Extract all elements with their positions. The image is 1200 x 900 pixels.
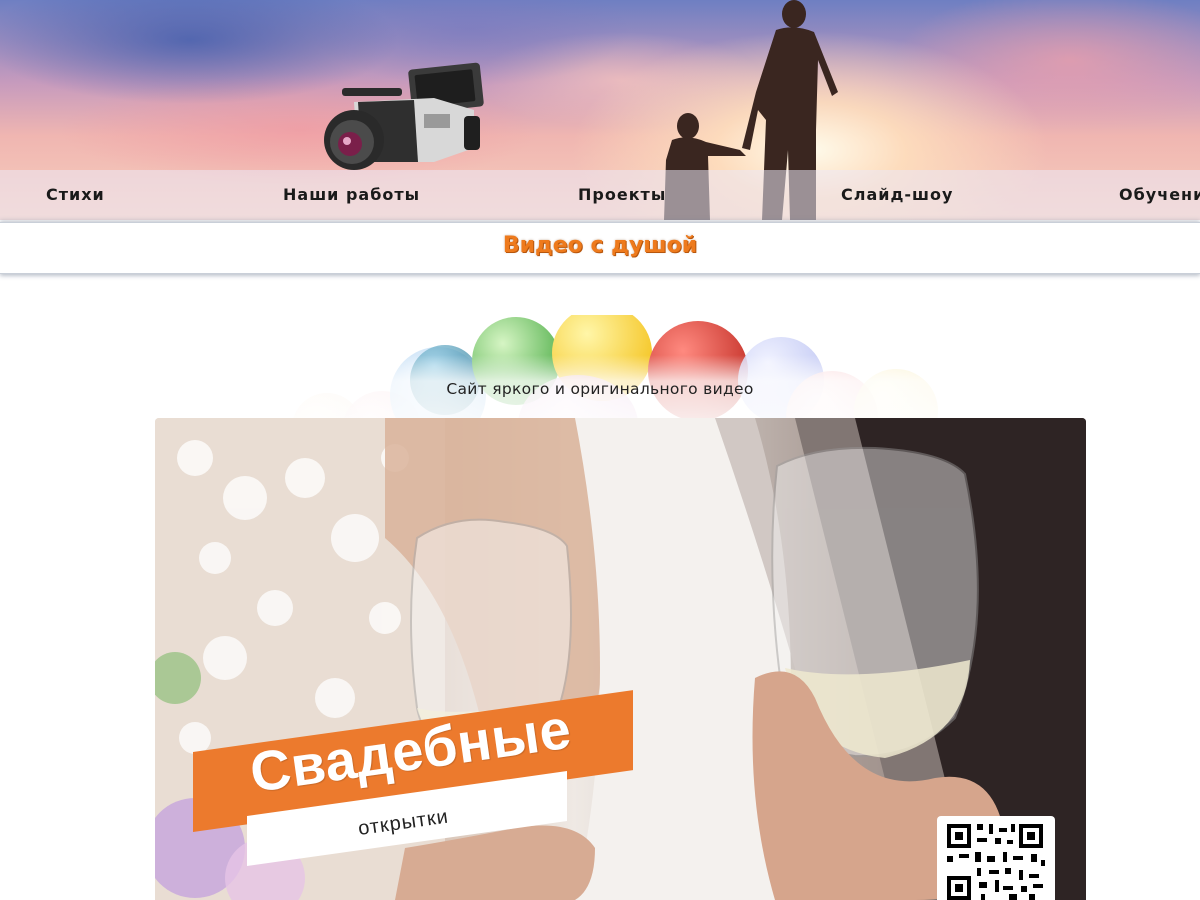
nav-item-poems[interactable]: Стихи: [46, 170, 105, 220]
main-nav: Стихи Наши работы Проекты Слайд-шоу Обуч…: [0, 170, 1200, 220]
nav-item-slideshow[interactable]: Слайд-шоу: [841, 170, 953, 220]
site-subtitle: Сайт яркого и оригинального видео: [446, 380, 754, 398]
title-bar: Видео с душой: [0, 222, 1200, 274]
video-camera-icon: [324, 62, 484, 170]
nav-item-training[interactable]: Обучени: [1119, 170, 1200, 220]
video-preview-card[interactable]: Свадебные открытки: [155, 418, 1086, 900]
nav-item-projects[interactable]: Проекты: [578, 170, 666, 220]
nav-item-our-works[interactable]: Наши работы: [283, 170, 420, 220]
balloons-decoration: [280, 315, 940, 420]
site-title: Видео с душой: [502, 233, 698, 258]
header-banner: Стихи Наши работы Проекты Слайд-шоу Обуч…: [0, 0, 1200, 220]
qr-code-icon: [937, 816, 1055, 900]
